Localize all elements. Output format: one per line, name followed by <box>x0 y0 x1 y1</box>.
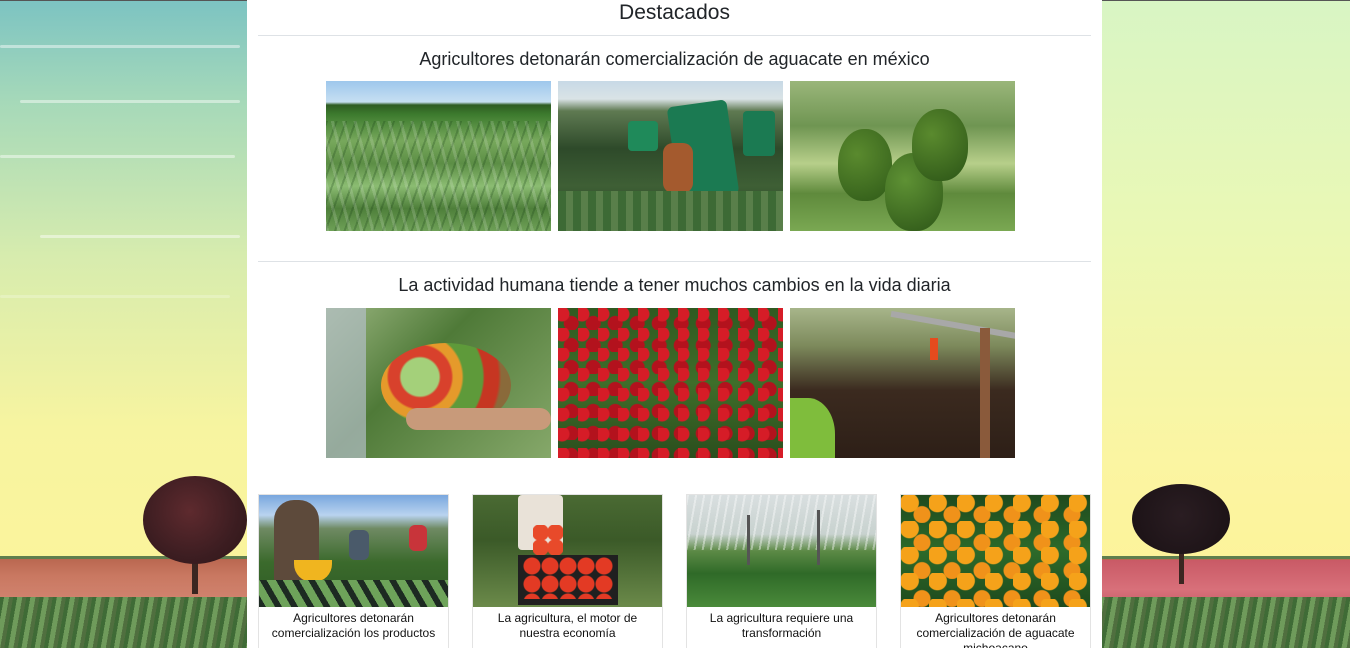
main-content: Destacados Agricultores detonarán comerc… <box>247 0 1102 648</box>
drip-irrigation-photo[interactable] <box>790 308 1015 458</box>
orange-tree-photo <box>901 495 1090 607</box>
news-card[interactable]: La agricultura, el motor de nuestra econ… <box>472 494 663 648</box>
divider <box>258 261 1091 262</box>
avocado-tree-photo[interactable] <box>790 81 1015 231</box>
vegetable-basket-photo[interactable] <box>326 308 551 458</box>
card-caption: Agricultores detonarán comercialización … <box>916 611 1075 648</box>
card-caption: La agricultura requiere una transformaci… <box>709 611 854 640</box>
tree-left <box>143 468 248 594</box>
cloud-streak <box>0 295 230 298</box>
article-gallery <box>326 81 1015 231</box>
tree-right <box>1132 484 1230 584</box>
workers-harvesting-photo[interactable] <box>558 81 783 231</box>
article-title[interactable]: Agricultores detonarán comercialización … <box>247 48 1102 70</box>
article-gallery <box>326 308 1015 458</box>
article-title[interactable]: La actividad humana tiende a tener mucho… <box>247 274 1102 296</box>
card-caption: Agricultores detonarán comercialización … <box>271 611 436 640</box>
card-caption: La agricultura, el motor de nuestra econ… <box>497 611 638 640</box>
coffee-cherries-photo[interactable] <box>558 308 783 458</box>
cloud-streak <box>40 235 240 238</box>
farmers-harvest-photo <box>259 495 448 607</box>
news-card[interactable]: Agricultores detonarán comercialización … <box>900 494 1091 648</box>
cloud-streak <box>20 100 240 103</box>
news-card[interactable]: Agricultores detonarán comercialización … <box>258 494 449 648</box>
cloud-streak <box>0 45 240 48</box>
tomato-crate-photo <box>473 495 662 607</box>
divider <box>258 35 1091 36</box>
sprinkler-field-photo <box>687 495 876 607</box>
news-card[interactable]: La agricultura requiere una transformaci… <box>686 494 877 648</box>
corn-field-photo[interactable] <box>326 81 551 231</box>
section-title: Destacados <box>619 1 730 24</box>
cloud-streak <box>0 155 235 158</box>
